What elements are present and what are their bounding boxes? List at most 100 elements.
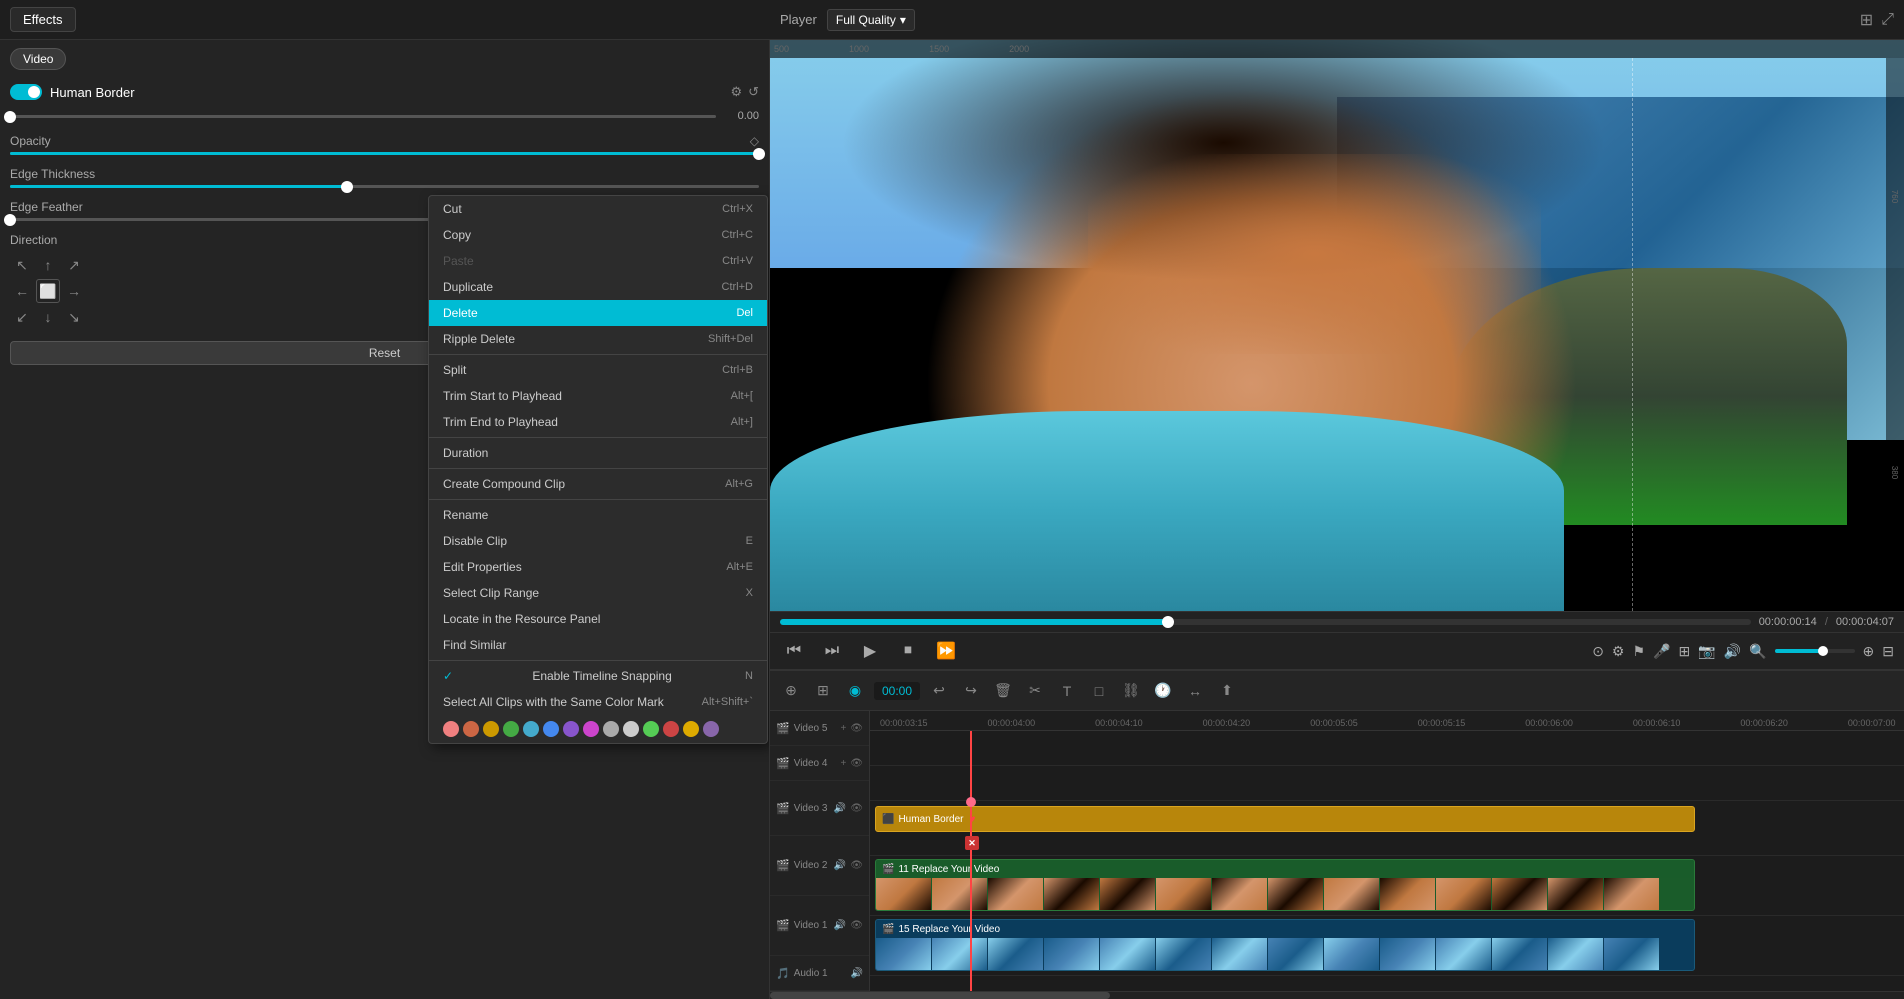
ctx-find-similar[interactable]: Find Similar <box>429 632 767 658</box>
dir-center[interactable]: ⬜ <box>36 279 60 303</box>
grid-icon2[interactable]: ⊟ <box>1882 643 1894 660</box>
human-border-toggle[interactable] <box>10 84 42 100</box>
effects-tab[interactable]: Effects <box>10 7 76 32</box>
video-tab[interactable]: Video <box>10 48 66 70</box>
horizontal-scrollbar[interactable] <box>770 991 1904 999</box>
track-eye-v1[interactable]: 👁 <box>850 920 863 931</box>
play-button[interactable]: ▶ <box>856 637 884 665</box>
refresh-icon[interactable]: ↺ <box>748 84 759 100</box>
swatch-pink[interactable] <box>443 721 459 737</box>
dir-right[interactable]: → <box>62 279 86 303</box>
ctx-duration[interactable]: Duration <box>429 440 767 466</box>
dir-top[interactable]: ↑ <box>36 253 60 277</box>
track-speaker-a1[interactable]: 🔊 <box>851 968 863 979</box>
dir-topright[interactable]: ↗ <box>62 253 86 277</box>
tl-cut[interactable]: ✂ <box>1022 678 1048 704</box>
tl-text[interactable]: T <box>1054 678 1080 704</box>
ctx-trim-end[interactable]: Trim End to Playhead Alt+] <box>429 409 767 435</box>
ctx-ripple-delete[interactable]: Ripple Delete Shift+Del <box>429 326 767 352</box>
ctx-disable[interactable]: Disable Clip E <box>429 528 767 554</box>
opacity-keyframe-icon[interactable]: ◇ <box>750 134 759 148</box>
ctx-duplicate[interactable]: Duplicate Ctrl+D <box>429 274 767 300</box>
volume-icon[interactable]: 🔊 <box>1724 643 1741 660</box>
tl-undo[interactable]: ↩ <box>926 678 952 704</box>
ctx-edit-props[interactable]: Edit Properties Alt+E <box>429 554 767 580</box>
snapshot-icon[interactable]: 📷 <box>1698 643 1715 660</box>
expand-icon[interactable]: ⤢ <box>1881 11 1894 29</box>
swatch-lime[interactable] <box>643 721 659 737</box>
frame-back-button[interactable]: ⏭ <box>818 637 846 665</box>
split-icon[interactable]: ⊞ <box>1678 643 1690 660</box>
tl-link[interactable]: ⛓ <box>1118 678 1144 704</box>
track-add-v4[interactable]: + <box>840 758 846 769</box>
video2-clip[interactable]: 🎬 11 Replace Your Video <box>875 859 1695 911</box>
zoom-in-icon[interactable]: ⊕ <box>1863 643 1875 660</box>
track-speaker-v1[interactable]: 🔊 <box>834 920 846 931</box>
mic-icon[interactable]: 🎤 <box>1653 643 1670 660</box>
tl-resize[interactable]: ↔ <box>1182 678 1208 704</box>
swatch-orange[interactable] <box>463 721 479 737</box>
edge-thickness-slider[interactable] <box>10 185 759 188</box>
opacity-slider-track[interactable] <box>10 152 759 155</box>
tl-box[interactable]: □ <box>1086 678 1112 704</box>
swatch-magenta[interactable] <box>583 721 599 737</box>
ctx-select-range[interactable]: Select Clip Range X <box>429 580 767 606</box>
flag-icon[interactable]: ⚑ <box>1632 643 1645 660</box>
stop-button[interactable]: ⏹ <box>894 637 922 665</box>
track-eye-v5[interactable]: 👁 <box>850 723 863 734</box>
grid-icon[interactable]: ⊞ <box>1860 10 1873 30</box>
scrollbar-thumb[interactable] <box>770 992 1110 999</box>
tl-delete[interactable]: 🗑 <box>990 678 1016 704</box>
swatch-red[interactable] <box>663 721 679 737</box>
zoom-slider[interactable] <box>1775 649 1855 653</box>
tl-icon1[interactable]: ⊕ <box>778 678 804 704</box>
ctx-copy[interactable]: Copy Ctrl+C <box>429 222 767 248</box>
settings-icon[interactable]: ⚙ <box>730 84 742 100</box>
dir-bottomleft[interactable]: ↙ <box>10 305 34 329</box>
swatch-green[interactable] <box>503 721 519 737</box>
tl-export[interactable]: ⬆ <box>1214 678 1240 704</box>
progress-thumb[interactable] <box>1162 616 1174 628</box>
progress-bar[interactable] <box>780 619 1751 625</box>
ctx-delete[interactable]: Delete Del <box>429 300 767 326</box>
settings-icon2[interactable]: ⚙ <box>1612 643 1625 660</box>
ctx-locate[interactable]: Locate in the Resource Panel <box>429 606 767 632</box>
swatch-lightgray[interactable] <box>623 721 639 737</box>
track-eye-v4[interactable]: 👁 <box>850 758 863 769</box>
ctx-select-color[interactable]: Select All Clips with the Same Color Mar… <box>429 689 767 715</box>
track-speaker-v3[interactable]: 🔊 <box>834 803 846 814</box>
main-slider-track[interactable] <box>10 115 716 118</box>
ctx-trim-start[interactable]: Trim Start to Playhead Alt+[ <box>429 383 767 409</box>
skip-forward-button[interactable]: ⏩ <box>932 637 960 665</box>
swatch-blue[interactable] <box>543 721 559 737</box>
tl-clock[interactable]: 🕐 <box>1150 678 1176 704</box>
quality-select[interactable]: Full Quality ▾ <box>827 9 915 31</box>
track-speaker-v2[interactable]: 🔊 <box>834 860 846 871</box>
dir-topleft[interactable]: ↖ <box>10 253 34 277</box>
dir-bottom[interactable]: ↓ <box>36 305 60 329</box>
zoom-out-icon[interactable]: 🔍 <box>1749 643 1766 660</box>
swatch-gold[interactable] <box>683 721 699 737</box>
swatch-lavender[interactable] <box>703 721 719 737</box>
track-eye-v3[interactable]: 👁 <box>850 803 863 814</box>
track-eye-v2[interactable]: 👁 <box>850 860 863 871</box>
tl-redo[interactable]: ↪ <box>958 678 984 704</box>
ctx-cut[interactable]: Cut Ctrl+X <box>429 196 767 222</box>
ctx-split[interactable]: Split Ctrl+B <box>429 357 767 383</box>
ctx-rename[interactable]: Rename <box>429 502 767 528</box>
circle-icon[interactable]: ⊙ <box>1592 643 1604 660</box>
ctx-timeline-snap[interactable]: ✓ Enable Timeline Snapping N <box>429 663 767 689</box>
video1-clip[interactable]: 🎬 15 Replace Your Video <box>875 919 1695 971</box>
tl-icon2[interactable]: ⊞ <box>810 678 836 704</box>
human-border-clip[interactable]: ⬛ Human Border ♥ <box>875 806 1695 832</box>
swatch-teal[interactable] <box>523 721 539 737</box>
swatch-gray[interactable] <box>603 721 619 737</box>
ctx-compound[interactable]: Create Compound Clip Alt+G <box>429 471 767 497</box>
dir-bottomright[interactable]: ↘ <box>62 305 86 329</box>
swatch-purple[interactable] <box>563 721 579 737</box>
swatch-yellow[interactable] <box>483 721 499 737</box>
tl-icon3[interactable]: ◉ <box>842 678 868 704</box>
track-add-v5[interactable]: + <box>840 723 846 734</box>
step-back-button[interactable]: ⏮ <box>780 637 808 665</box>
dir-left[interactable]: ← <box>10 279 34 303</box>
